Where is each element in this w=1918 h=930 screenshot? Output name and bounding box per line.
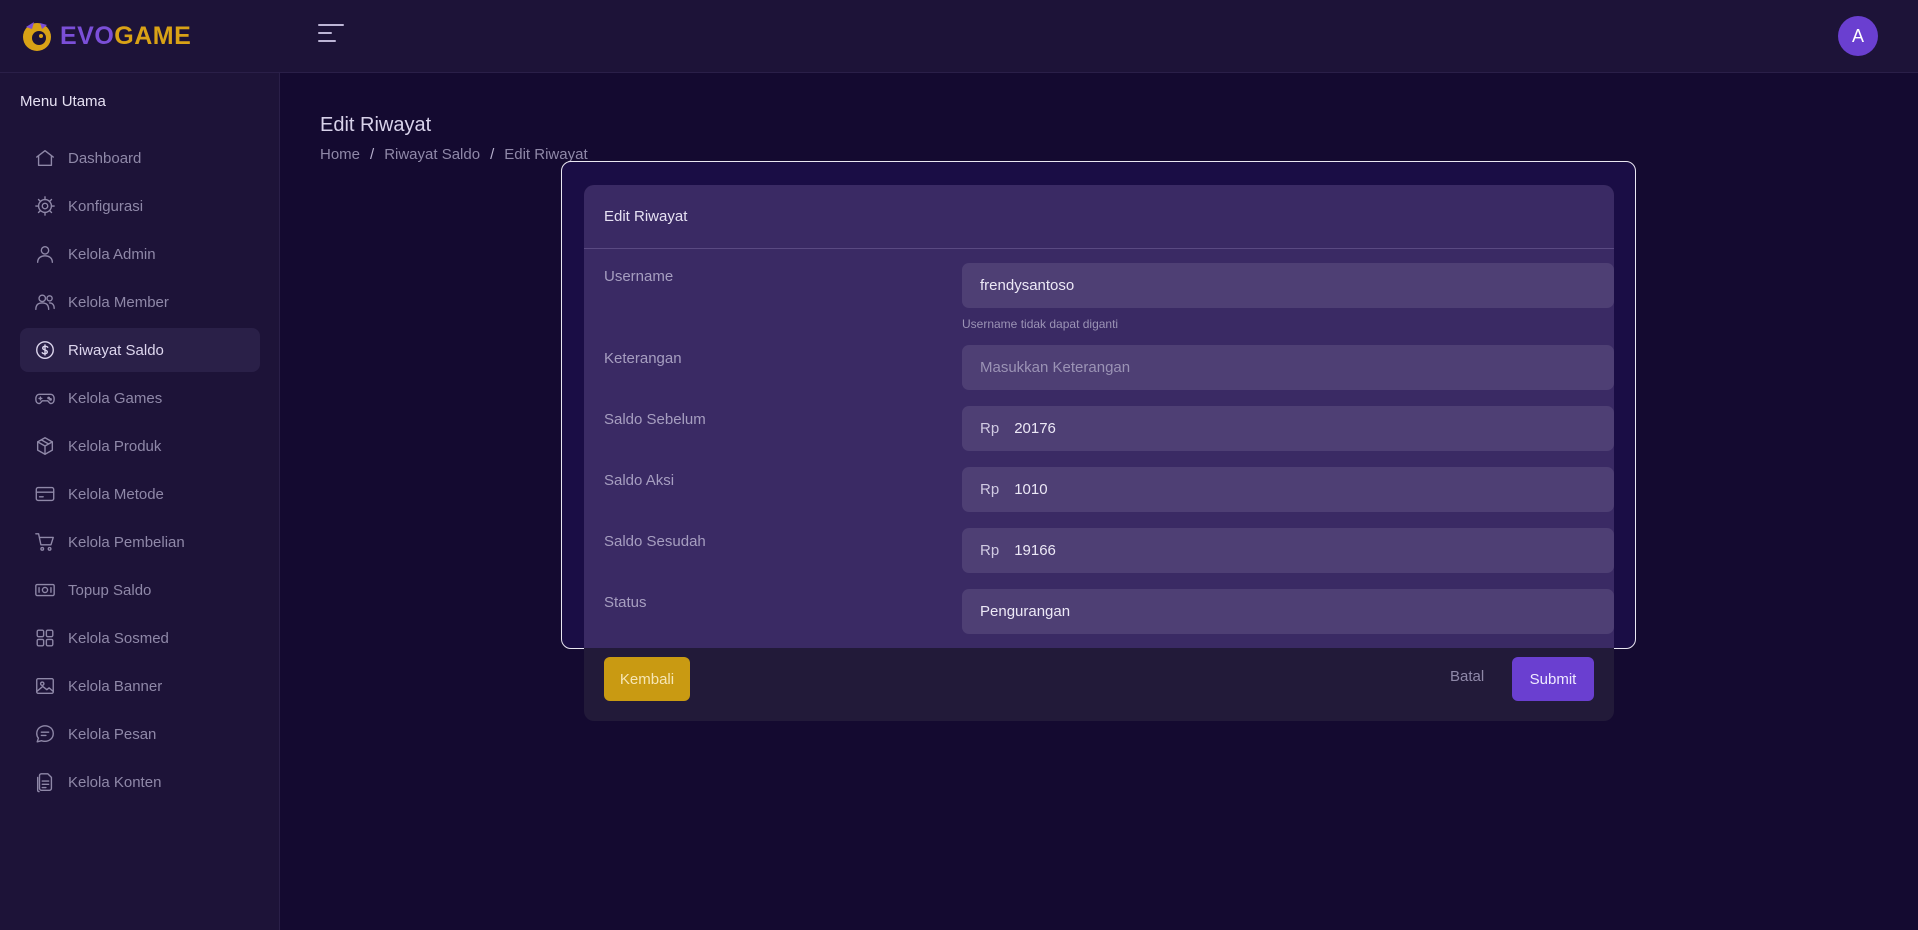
page-title: Edit Riwayat	[320, 114, 432, 136]
sidebar-item-konfigurasi[interactable]: Konfigurasi	[20, 184, 260, 228]
saldo-sesudah-value: 19166	[1014, 542, 1056, 559]
breadcrumb: Home / Riwayat Saldo / Edit Riwayat	[320, 146, 588, 163]
saldo-aksi-field[interactable]: Rp 1010	[962, 467, 1614, 512]
back-button[interactable]: Kembali	[604, 657, 690, 701]
sidebar-item-kelola-member[interactable]: Kelola Member	[20, 280, 260, 324]
dollar-circle-icon	[34, 339, 56, 361]
user-icon	[34, 243, 56, 265]
edit-form: Edit Riwayat Username frendysantoso User…	[584, 185, 1614, 648]
status-field[interactable]: Pengurangan	[962, 589, 1614, 634]
home-icon	[34, 147, 56, 169]
sidebar-item-label: Kelola Konten	[68, 773, 162, 791]
sidebar-item-label: Kelola Produk	[68, 437, 162, 455]
banknote-icon	[34, 579, 56, 601]
sidebar-item-dashboard[interactable]: Dashboard	[20, 136, 260, 180]
breadcrumb-separator: /	[370, 146, 375, 163]
chat-icon	[34, 723, 56, 745]
credit-card-icon	[34, 483, 56, 505]
sidebar-item-topup-saldo[interactable]: Topup Saldo	[20, 568, 260, 612]
sidebar-item-kelola-konten[interactable]: Kelola Konten	[20, 760, 260, 804]
keterangan-input[interactable]: Masukkan Keterangan	[962, 345, 1614, 390]
sidebar-item-kelola-produk[interactable]: Kelola Produk	[20, 424, 260, 468]
sidebar-item-kelola-games[interactable]: Kelola Games	[20, 376, 260, 420]
logo-text: EVOGAME	[60, 21, 192, 50]
submit-button[interactable]: Submit	[1512, 657, 1594, 701]
sidebar-item-label: Topup Saldo	[68, 581, 152, 599]
sidebar-item-kelola-pembelian[interactable]: Kelola Pembelian	[20, 520, 260, 564]
username-hint: Username tidak dapat diganti	[962, 317, 1119, 331]
sidebar-item-label: Kelola Pembelian	[68, 533, 185, 551]
breadcrumb-home[interactable]: Home	[320, 146, 360, 163]
sidebar: Menu Utama Dashboard Konfigurasi Kelola Ad…	[0, 73, 280, 930]
sidebar-item-kelola-pesan[interactable]: Kelola Pesan	[20, 712, 260, 756]
sidebar-item-label: Kelola Pesan	[68, 725, 157, 743]
sidebar-item-kelola-metode[interactable]: Kelola Metode	[20, 472, 260, 516]
saldo-sebelum-label: Saldo Sebelum	[604, 411, 706, 428]
sidebar-item-label: Konfigurasi	[68, 197, 144, 215]
sidebar-item-label: Kelola Admin	[68, 245, 156, 263]
image-icon	[34, 675, 56, 697]
cart-icon	[34, 531, 56, 553]
gear-icon	[34, 195, 56, 217]
gamepad-icon	[34, 387, 56, 409]
cancel-button[interactable]: Batal	[1450, 668, 1484, 685]
sidebar-item-kelola-admin[interactable]: Kelola Admin	[20, 232, 260, 276]
currency-prefix: Rp	[980, 481, 1000, 498]
grid-icon	[34, 627, 56, 649]
username-field[interactable]: frendysantoso	[962, 263, 1614, 308]
sidebar-item-kelola-sosmed[interactable]: Kelola Sosmed	[20, 616, 260, 660]
saldo-aksi-value: 1010	[1014, 481, 1048, 498]
users-icon	[34, 291, 56, 313]
username-label: Username	[604, 268, 674, 285]
hamburger-menu-icon[interactable]	[318, 24, 344, 48]
sidebar-item-label: Kelola Member	[68, 293, 169, 311]
currency-prefix: Rp	[980, 420, 1000, 437]
saldo-sebelum-value: 20176	[1014, 420, 1056, 437]
saldo-aksi-label: Saldo Aksi	[604, 472, 675, 489]
status-label: Status	[604, 594, 647, 611]
saldo-sesudah-field[interactable]: Rp 19166	[962, 528, 1614, 573]
document-icon	[34, 771, 56, 793]
saldo-sebelum-field[interactable]: Rp 20176	[962, 406, 1614, 451]
keterangan-label: Keterangan	[604, 350, 682, 367]
sidebar-title: Menu Utama	[20, 93, 106, 110]
logo[interactable]: EVOGAME	[20, 18, 191, 54]
sidebar-item-label: Kelola Games	[68, 389, 163, 407]
saldo-sesudah-label: Saldo Sesudah	[604, 533, 706, 550]
sidebar-item-label: Kelola Sosmed	[68, 629, 169, 647]
top-header: EVOGAME A	[0, 0, 1918, 73]
sidebar-item-label: Riwayat Saldo	[68, 341, 164, 359]
sidebar-item-label: Kelola Metode	[68, 485, 164, 503]
sidebar-item-label: Dashboard	[68, 149, 142, 167]
card-title: Edit Riwayat	[584, 185, 1614, 249]
breadcrumb-riwayat-saldo[interactable]: Riwayat Saldo	[384, 146, 480, 163]
dragon-logo-icon	[23, 22, 51, 51]
sidebar-item-kelola-banner[interactable]: Kelola Banner	[20, 664, 260, 708]
avatar[interactable]: A	[1838, 16, 1878, 56]
sidebar-item-label: Kelola Banner	[68, 677, 163, 695]
sidebar-item-riwayat-saldo[interactable]: Riwayat Saldo	[20, 328, 260, 372]
box-icon	[34, 435, 56, 457]
breadcrumb-separator: /	[490, 146, 495, 163]
currency-prefix: Rp	[980, 542, 1000, 559]
